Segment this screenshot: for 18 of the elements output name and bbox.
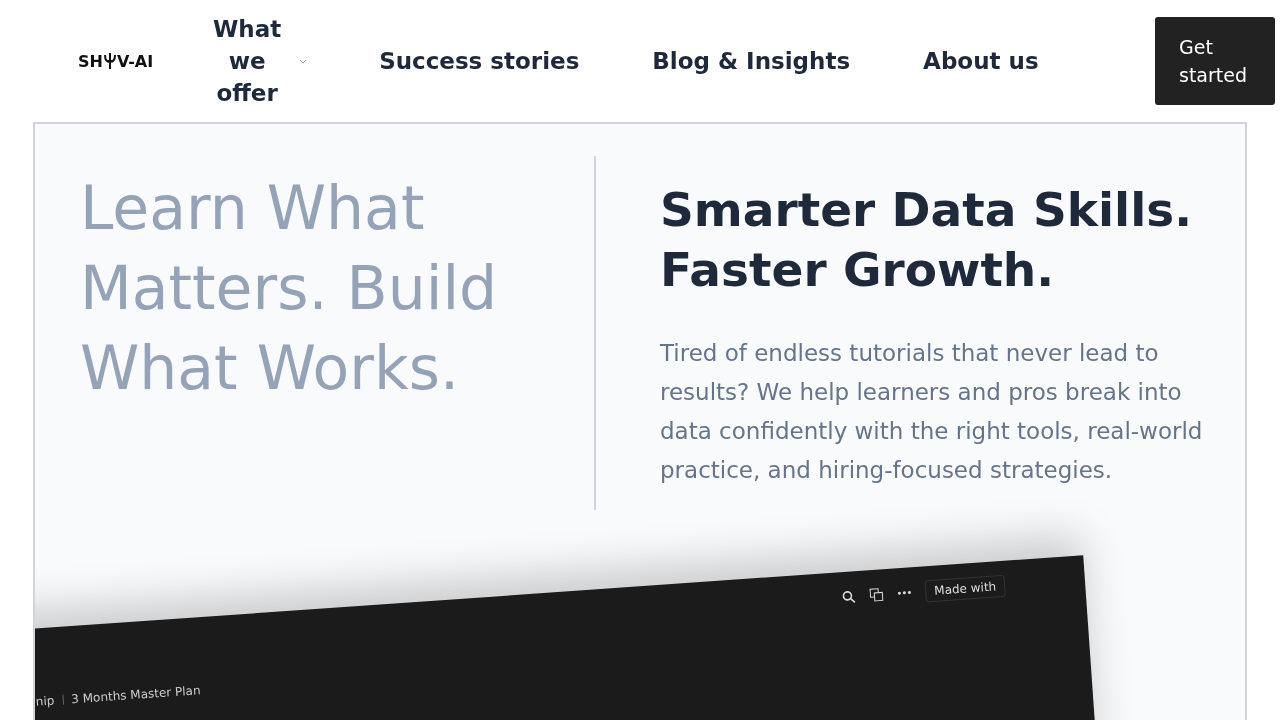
nav-link[interactable]: Success stories <box>379 48 580 74</box>
copy-icon <box>868 587 884 603</box>
hero-tagline: Learn What Matters. Build What Works. <box>80 172 499 405</box>
nav-dropdown[interactable]: What we offer <box>207 13 308 109</box>
breadcrumb-item: 3 Months Master Plan <box>70 683 201 707</box>
logo-text: SH <box>78 51 103 71</box>
logo-text: V-AI <box>116 51 154 71</box>
nav-link[interactable]: About us <box>923 48 1039 74</box>
more-icon <box>897 590 912 596</box>
breadcrumb-item: nip <box>35 693 55 709</box>
chevron-down-icon <box>299 58 308 64</box>
nav-link[interactable]: Blog & Insights <box>652 48 851 74</box>
get-started-button[interactable]: Get started <box>1155 17 1275 105</box>
search-icon <box>841 589 856 605</box>
hero-heading: Smarter Data Skills. Faster Growth. <box>660 181 1194 299</box>
hero-description: Tired of endless tutorials that never lead to results? We help learners and pros break into data confidently with the right tools, real-world practice, and hiring-focused strategies. <box>660 339 1204 485</box>
made-with-badge: Made with <box>924 574 1006 603</box>
trident-icon <box>103 52 116 70</box>
